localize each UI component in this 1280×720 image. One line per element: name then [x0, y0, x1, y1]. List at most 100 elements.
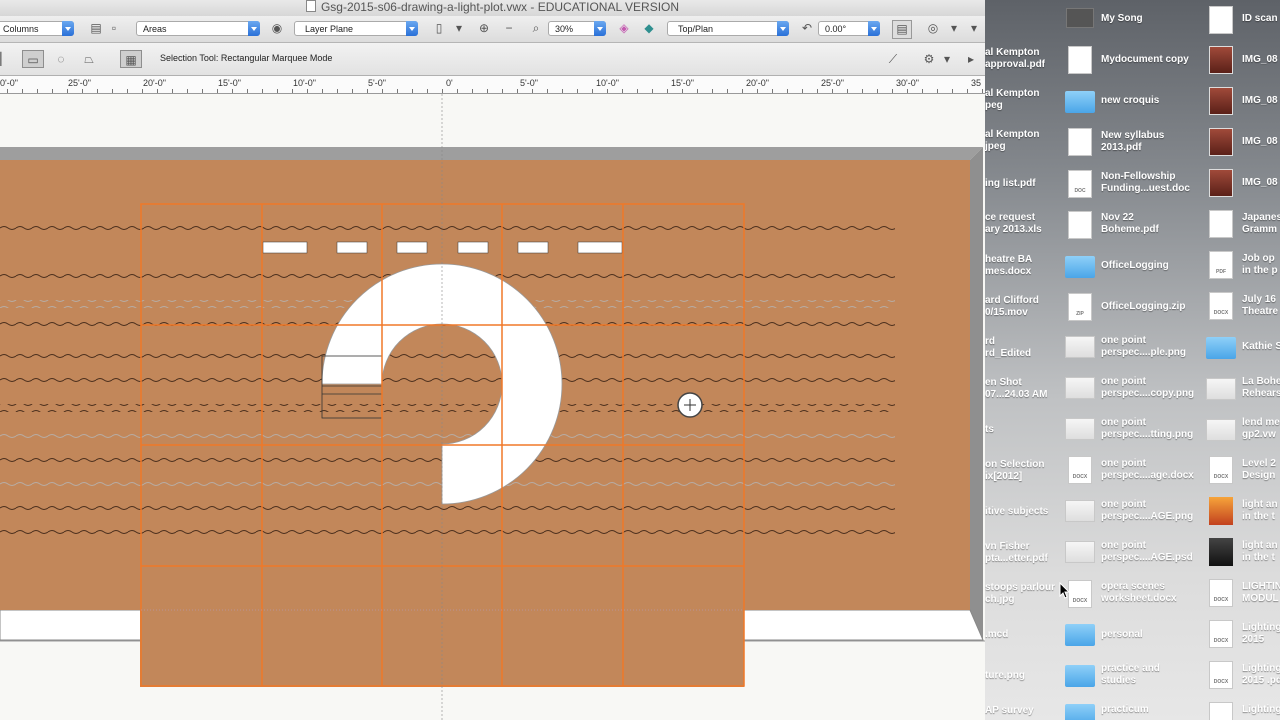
plane-dropdown[interactable]: Layer Plane — [294, 21, 418, 36]
file-label[interactable]: OfficeLogging.zip — [1101, 301, 1185, 313]
light-fixture[interactable] — [396, 241, 428, 254]
rotation-field[interactable]: 0.00° — [818, 21, 880, 36]
docx-file-icon[interactable]: DOCX — [1068, 456, 1092, 484]
file-label[interactable]: 07...24.03 AM — [985, 389, 1047, 401]
image-file-icon[interactable] — [1065, 377, 1095, 399]
folder-icon[interactable] — [1065, 704, 1095, 720]
visibility-icon[interactable]: ▫ — [105, 20, 123, 37]
light-fixture[interactable] — [517, 241, 549, 254]
file-label[interactable]: ard Clifford — [985, 295, 1039, 307]
preferences-tool-icon[interactable]: ▦ — [120, 50, 142, 68]
layout-icon[interactable]: ▤ — [892, 20, 912, 39]
file-label[interactable]: Boheme.pdf — [1101, 224, 1159, 236]
file-label[interactable]: worksheet.docx — [1101, 593, 1177, 605]
file-label[interactable]: ts — [985, 424, 994, 436]
drawing-canvas[interactable] — [0, 94, 985, 720]
file-label[interactable]: al Kempton — [985, 129, 1039, 141]
folder-icon[interactable] — [1065, 91, 1095, 113]
class-dropdown[interactable]: Columns — [0, 21, 74, 36]
file-label[interactable]: perspec....copy.png — [1101, 388, 1194, 400]
file-label[interactable]: New syllabus — [1101, 130, 1164, 142]
file-label[interactable]: on Selection — [985, 459, 1044, 471]
file-label[interactable]: one point — [1101, 540, 1146, 552]
file-label[interactable]: 2015 .pd — [1242, 675, 1280, 687]
file-label[interactable]: 2015 — [1242, 634, 1264, 646]
file-label[interactable]: rd_Edited — [985, 348, 1031, 360]
file-label[interactable]: vn Fisher — [985, 541, 1029, 553]
file-label[interactable]: .mcd — [985, 629, 1008, 641]
file-label[interactable]: My Song — [1101, 13, 1143, 25]
mode-edge-icon[interactable]: ▏ — [0, 50, 16, 68]
file-icon[interactable] — [1066, 8, 1094, 28]
docx-file-icon[interactable]: DOCX — [1209, 292, 1233, 320]
layer-dropdown[interactable]: Areas — [136, 21, 260, 36]
file-label[interactable]: gp2.vw — [1242, 429, 1276, 441]
file-label[interactable]: perspec....AGE.png — [1101, 511, 1193, 523]
file-label[interactable]: Non-Fellowship — [1101, 171, 1175, 183]
docx-file-icon[interactable]: DOCX — [1209, 661, 1233, 689]
file-label[interactable]: Funding...uest.doc — [1101, 183, 1190, 195]
page-menu-icon[interactable]: ▾ — [450, 20, 468, 37]
file-label[interactable]: new croquis — [1101, 95, 1159, 107]
docx-file-icon[interactable]: DOCX — [1209, 456, 1233, 484]
gear-menu-icon[interactable]: ▾ — [936, 50, 958, 68]
light-fixture[interactable] — [577, 241, 623, 254]
polygon-marquee-icon[interactable]: ⏢ — [78, 50, 100, 68]
image-file-icon[interactable] — [1209, 497, 1233, 525]
layers-icon[interactable]: ▤ — [87, 20, 105, 37]
docx-file-icon[interactable]: DOCX — [1209, 579, 1233, 607]
zip-file-icon[interactable]: ZIP — [1068, 293, 1092, 321]
file-label[interactable]: Kathie S — [1242, 341, 1280, 353]
file-label[interactable]: itive subjects — [985, 506, 1048, 518]
file-label[interactable]: Mydocument copy — [1101, 54, 1189, 66]
flyover-icon[interactable]: ◈ — [615, 20, 633, 37]
file-label[interactable]: practice and — [1101, 663, 1160, 675]
image-file-icon[interactable] — [1206, 419, 1236, 441]
file-label[interactable]: 0/15.mov — [985, 307, 1028, 319]
file-label[interactable]: ce request — [985, 212, 1035, 224]
light-fixture[interactable] — [336, 241, 368, 254]
lasso-icon[interactable]: ◌ — [50, 50, 72, 68]
file-label[interactable]: al Kempton — [985, 47, 1039, 59]
file-label[interactable]: Job op — [1242, 253, 1275, 265]
file-label[interactable]: jpeg — [985, 141, 1006, 153]
doc-file-icon[interactable] — [1209, 210, 1233, 238]
folder-icon[interactable] — [1206, 337, 1236, 359]
file-label[interactable]: pta...etter.pdf — [985, 553, 1048, 565]
photo-thumbnail[interactable] — [1209, 87, 1233, 115]
folder-icon[interactable] — [1065, 624, 1095, 646]
file-label[interactable]: perspec....ple.png — [1101, 347, 1186, 359]
file-label[interactable]: heatre BA — [985, 254, 1032, 266]
file-label[interactable]: IMG_08 — [1242, 95, 1278, 107]
rotation-icon[interactable]: ↶ — [798, 20, 816, 37]
file-label[interactable]: July 16 — [1242, 294, 1276, 306]
image-file-icon[interactable] — [1065, 336, 1095, 358]
image-file-icon[interactable] — [1065, 418, 1095, 440]
toolbar-menu-icon[interactable]: ▾ — [965, 20, 983, 37]
file-label[interactable]: ing list.pdf — [985, 178, 1036, 190]
doc-file-icon[interactable]: DOC — [1068, 170, 1092, 198]
file-label[interactable]: peg — [985, 100, 1003, 112]
file-label[interactable]: mes.docx — [985, 266, 1031, 278]
file-label[interactable]: IMG_08 — [1242, 54, 1278, 66]
fit-to-window-icon[interactable]: ⊕ — [475, 20, 493, 37]
file-label[interactable]: Gramm — [1242, 224, 1277, 236]
photo-thumbnail[interactable] — [1209, 169, 1233, 197]
file-label[interactable]: in the t — [1242, 552, 1275, 564]
page-icon[interactable]: ▯ — [430, 20, 448, 37]
file-label[interactable]: LIGHTIN — [1242, 581, 1280, 593]
image-file-icon[interactable] — [1065, 500, 1095, 522]
file-label[interactable]: studies — [1101, 675, 1136, 687]
photo-thumbnail[interactable] — [1209, 128, 1233, 156]
file-label[interactable]: stoops parlour — [985, 582, 1055, 594]
file-label[interactable]: ID scan — [1242, 13, 1278, 25]
file-label[interactable]: Nov 22 — [1101, 212, 1134, 224]
file-label[interactable]: one point — [1101, 335, 1146, 347]
file-label[interactable]: light an — [1242, 540, 1278, 552]
file-label[interactable]: ch.jpg — [985, 594, 1014, 606]
file-label[interactable]: practicum — [1101, 704, 1149, 716]
image-file-icon[interactable] — [1206, 378, 1236, 400]
file-label[interactable]: MODUL — [1242, 593, 1279, 605]
zoom-out-icon[interactable]: − — [500, 20, 518, 37]
file-label[interactable]: opera scenes — [1101, 581, 1165, 593]
